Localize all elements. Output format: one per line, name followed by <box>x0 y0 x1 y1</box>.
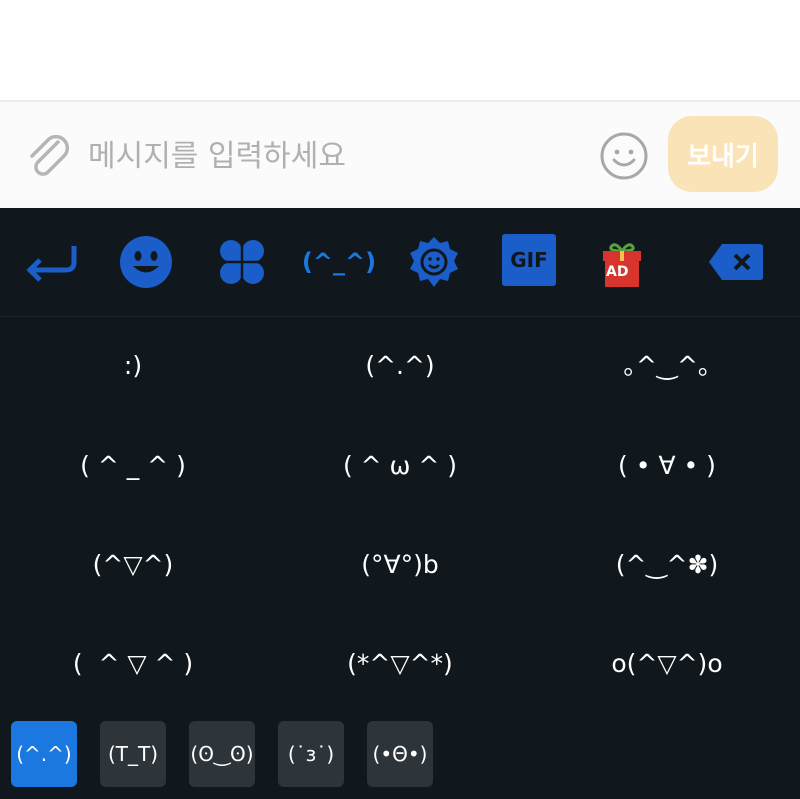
gif-icon[interactable]: GIF <box>502 234 556 286</box>
kaomoji-item[interactable]: ( ^ _ ^ ) <box>0 441 266 491</box>
category-tab-kiss[interactable]: (˙з˙) <box>278 721 344 787</box>
kaomoji-item[interactable]: ( ^ ▽ ^ ) <box>0 639 266 689</box>
kaomoji-grid: :) (^.^) ｡^‿^｡ ( ^ _ ^ ) ( ^ ω ^ ) ( • ∀… <box>0 328 800 708</box>
message-composer: 보내기 <box>0 102 800 208</box>
chat-area <box>0 0 800 100</box>
kaomoji-item[interactable]: (^.^) <box>267 341 533 391</box>
kaomoji-item[interactable]: ｡^‿^｡ <box>534 341 800 391</box>
kaomoji-item[interactable]: ( ^ ω ^ ) <box>267 441 533 491</box>
category-tab-surprised[interactable]: (ʘ‿ʘ) <box>189 721 255 787</box>
smiley-icon[interactable] <box>118 234 174 290</box>
kaomoji-item[interactable]: (^‿^✽) <box>534 540 800 590</box>
send-button[interactable]: 보내기 <box>668 116 778 192</box>
category-tab-sad[interactable]: (T_T) <box>100 721 166 787</box>
ad-label: AD <box>606 264 629 280</box>
category-tab-animal[interactable]: (•Θ•) <box>367 721 433 787</box>
toolbar-divider <box>0 316 800 317</box>
paperclip-icon[interactable] <box>24 132 74 182</box>
kaomoji-item[interactable]: :) <box>0 341 266 391</box>
keyboard: (^_^) GIF AD:) (^.^) ｡^‿^｡ (^ _ ^) (… <box>0 208 800 799</box>
kaomoji-item[interactable]: ( • ∀ • ) <box>534 441 800 491</box>
keyboard-toolbar: (^_^) GIF AD <box>0 208 800 316</box>
category-tab-happy[interactable]: (^.^) <box>11 721 77 787</box>
clover-icon[interactable] <box>214 234 270 290</box>
backspace-icon[interactable] <box>708 234 764 290</box>
emoji-icon[interactable] <box>598 130 650 182</box>
message-input[interactable] <box>88 130 568 182</box>
kaomoji-item[interactable]: (*^▽^*) <box>267 639 533 689</box>
kaomoji-category-tabs: (^.^) (T_T) (ʘ‿ʘ) (˙з˙) (•Θ•) <box>0 721 800 791</box>
kaomoji-icon[interactable]: (^_^) <box>302 234 376 290</box>
kaomoji-item[interactable]: o(^▽^)o <box>534 639 800 689</box>
sticker-icon[interactable] <box>406 234 462 290</box>
return-icon[interactable] <box>24 234 80 290</box>
kaomoji-item[interactable]: (°∀°)b <box>267 540 533 590</box>
gift-ad-icon[interactable]: AD <box>594 234 650 294</box>
kaomoji-item[interactable]: (^▽^) <box>0 540 266 590</box>
